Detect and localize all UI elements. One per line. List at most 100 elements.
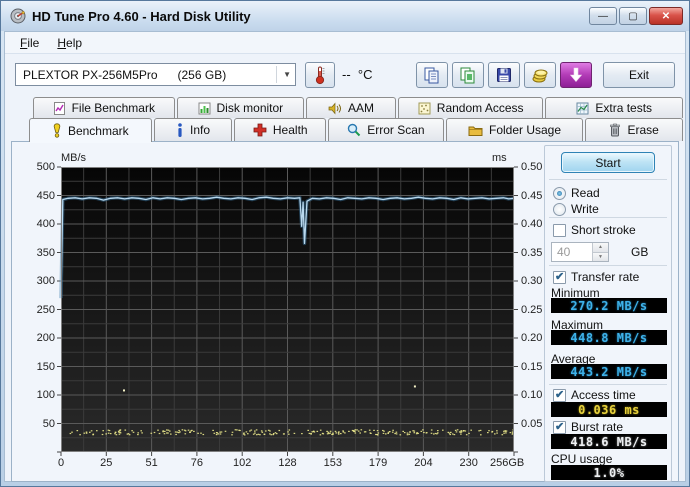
client-area: File Help PLEXTOR PX-256M5Pro (256 GB) ▼…	[4, 31, 686, 482]
maximize-button[interactable]: ▢	[619, 7, 647, 25]
spinner-value: 40	[557, 245, 571, 259]
folder-icon	[468, 126, 483, 136]
tab-error-scan[interactable]: Error Scan	[328, 118, 444, 141]
benchmark-page: MB/s ms 500 450 400 350 300 250 200 150 100 50 0.…	[11, 141, 679, 482]
tab-aam[interactable]: AAM	[306, 97, 396, 118]
transfer-rate-checkbox[interactable]: Transfer rate	[553, 270, 639, 284]
tab-random-access[interactable]: Random Access	[397, 97, 544, 118]
coins-icon	[532, 69, 547, 82]
trash-icon	[610, 123, 621, 137]
health-cross-icon	[253, 123, 267, 137]
right-axis-unit: ms	[492, 152, 507, 164]
minimum-value: 270.2 MB/s	[551, 298, 667, 313]
menu-bar: File Help	[5, 32, 685, 54]
tab-disk-monitor[interactable]: Disk monitor	[176, 97, 305, 118]
checkbox-icon	[553, 420, 566, 434]
temperature-button[interactable]	[305, 61, 335, 88]
axis-tick-label: 179	[368, 457, 388, 469]
tab-file-benchmark[interactable]: File Benchmark	[33, 97, 175, 118]
axis-tick-label: 0.10	[521, 389, 543, 401]
checkbox-icon	[553, 223, 566, 237]
tab-extra-tests[interactable]: Extra tests	[545, 97, 683, 118]
axis-tick-label: 450	[36, 189, 55, 202]
spinner-down-icon[interactable]: ▼	[593, 252, 608, 261]
axis-tick-label: 51	[145, 457, 158, 469]
copy-icon	[424, 67, 439, 83]
axis-tick-label: 204	[414, 457, 433, 469]
title-bar: HD Tune Pro 4.60 - Hard Disk Utility — ▢…	[1, 1, 689, 31]
copy-image-icon	[460, 67, 475, 83]
exit-button[interactable]: Exit	[603, 61, 675, 88]
speaker-icon	[328, 102, 342, 114]
axis-tick-label: 153	[323, 457, 342, 469]
spinner-up-icon[interactable]: ▲	[593, 243, 608, 253]
menu-help[interactable]: Help	[48, 34, 91, 52]
app-window: HD Tune Pro 4.60 - Hard Disk Utility — ▢…	[0, 0, 690, 487]
toolbar: PLEXTOR PX-256M5Pro (256 GB) ▼ -- °C Exi…	[5, 54, 685, 95]
grid-lines	[61, 167, 514, 452]
tab-folder-usage[interactable]: Folder Usage	[445, 118, 584, 141]
burst-rate-value: 418.6 MB/s	[551, 434, 667, 449]
copy-screenshot-button[interactable]	[452, 61, 484, 88]
benchmark-controls: Start Read Write Short stroke 40 ▲ ▼ GB …	[544, 145, 672, 482]
extra-tests-icon	[576, 102, 589, 114]
minimize-button[interactable]: —	[589, 7, 617, 25]
download-update-button[interactable]	[560, 61, 592, 88]
file-benchmark-icon	[53, 101, 65, 115]
benchmark-chart: MB/s ms 500 450 400 350 300 250 200 150 100 50 0.…	[37, 152, 543, 469]
access-time-checkbox[interactable]: Access time	[553, 388, 636, 402]
tab-info[interactable]: Info	[153, 118, 233, 141]
average-value: 443.2 MB/s	[551, 364, 667, 379]
benchmark-icon	[53, 123, 61, 138]
info-icon	[178, 123, 182, 137]
axis-tick-label: 200	[36, 332, 55, 344]
short-stroke-checkbox[interactable]: Short stroke	[553, 223, 636, 237]
axis-tick-label: 0.45	[521, 189, 543, 202]
chevron-down-icon: ▼	[276, 66, 291, 83]
axis-tick-label: 50	[42, 417, 55, 430]
temperature-readout: -- °C	[342, 67, 373, 82]
burst-rate-checkbox[interactable]: Burst rate	[553, 420, 623, 434]
tab-erase[interactable]: Erase	[585, 118, 683, 141]
copy-to-clipboard-button[interactable]	[416, 61, 448, 88]
save-icon	[497, 67, 511, 82]
close-button[interactable]: ✕	[649, 7, 683, 25]
axis-tick-label: 0.25	[521, 303, 543, 316]
radio-dot-icon	[553, 186, 566, 200]
left-axis-unit: MB/s	[61, 152, 87, 164]
axis-tick-label: 76	[190, 457, 204, 469]
axis-tick-label: 0.15	[521, 360, 543, 373]
axis-tick-label: 0.50	[521, 161, 543, 173]
axis-tick-label: 400	[36, 218, 55, 230]
start-button[interactable]: Start	[561, 152, 655, 173]
axis-tick-label: 0.35	[521, 246, 543, 259]
thermometer-icon	[315, 66, 325, 84]
plot-area	[57, 166, 518, 456]
axis-tick-label: 0.40	[521, 218, 543, 230]
write-radio[interactable]: Write	[553, 202, 599, 216]
read-radio[interactable]: Read	[553, 186, 600, 200]
donate-button[interactable]	[524, 61, 556, 88]
axis-tick-label: 25	[100, 457, 113, 469]
axis-tick-label: 0.30	[521, 275, 543, 287]
tab-health[interactable]: Health	[234, 118, 327, 141]
drive-select[interactable]: PLEXTOR PX-256M5Pro (256 GB) ▼	[15, 63, 296, 86]
axis-tick-label: 0.20	[521, 332, 543, 344]
axis-tick-label: 0	[57, 457, 65, 469]
menu-file[interactable]: File	[11, 34, 48, 52]
disk-monitor-icon	[198, 102, 210, 114]
axis-tick-label: 256GB	[490, 457, 525, 469]
save-button[interactable]	[488, 61, 520, 88]
axis-tick-label: 350	[36, 246, 55, 259]
tab-strip: File Benchmark Disk monitor AAM Random A…	[5, 95, 685, 142]
axis-tick-label: 150	[36, 360, 55, 373]
tab-benchmark[interactable]: Benchmark	[29, 118, 152, 142]
axis-tick-label: 102	[233, 457, 252, 469]
maximum-value: 448.8 MB/s	[551, 330, 667, 345]
checkbox-icon	[553, 270, 566, 284]
axis-tick-label: 300	[36, 275, 55, 287]
random-dots-icon	[418, 102, 431, 114]
down-arrow-icon	[569, 67, 583, 82]
short-stroke-unit: GB	[631, 245, 649, 259]
short-stroke-spinner[interactable]: 40 ▲ ▼	[551, 242, 609, 262]
